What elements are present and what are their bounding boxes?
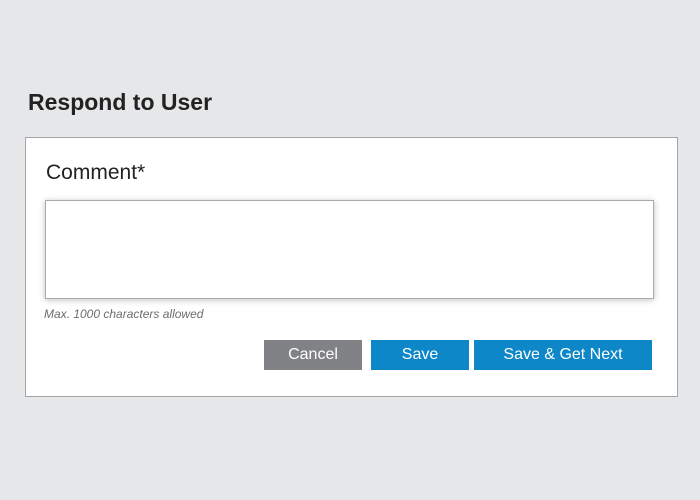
character-limit-hint: Max. 1000 characters allowed	[44, 307, 204, 321]
respond-form-panel: Comment* Max. 1000 characters allowed Ca…	[25, 137, 678, 397]
save-button[interactable]: Save	[371, 340, 469, 370]
page-title: Respond to User	[28, 89, 213, 115]
comment-label: Comment*	[46, 161, 146, 184]
save-and-get-next-button[interactable]: Save & Get Next	[474, 340, 652, 370]
comment-textarea[interactable]	[45, 200, 654, 299]
cancel-button[interactable]: Cancel	[264, 340, 362, 370]
